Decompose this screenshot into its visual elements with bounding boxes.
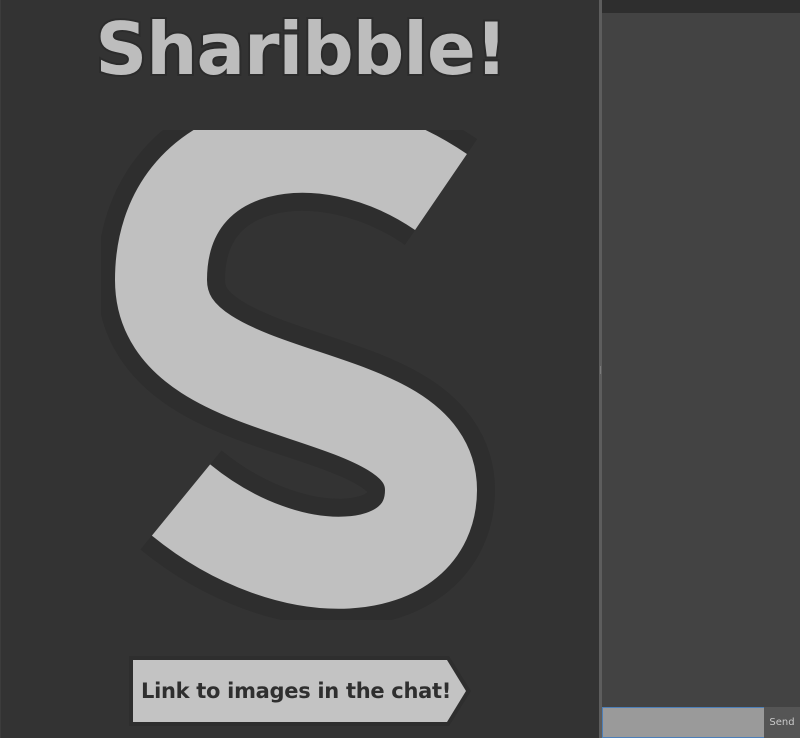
chat-pane: Send: [602, 0, 800, 738]
s-logo-icon: [101, 130, 495, 620]
app-window: Sharibble! Link to images in the chat! S…: [0, 0, 800, 738]
landing-pane: Sharibble! Link to images in the chat!: [0, 0, 600, 738]
chat-message-input[interactable]: [602, 707, 772, 738]
chat-images-link-label: Link to images in the chat!: [140, 679, 451, 703]
site-title: Sharibble!: [93, 5, 509, 93]
sharibble-logo: [101, 130, 501, 620]
chat-header: [602, 0, 800, 13]
chat-images-link[interactable]: Link to images in the chat!: [127, 654, 473, 728]
chat-message-list[interactable]: [602, 13, 800, 707]
send-button[interactable]: Send: [764, 707, 800, 738]
grip-icon: [600, 366, 601, 374]
